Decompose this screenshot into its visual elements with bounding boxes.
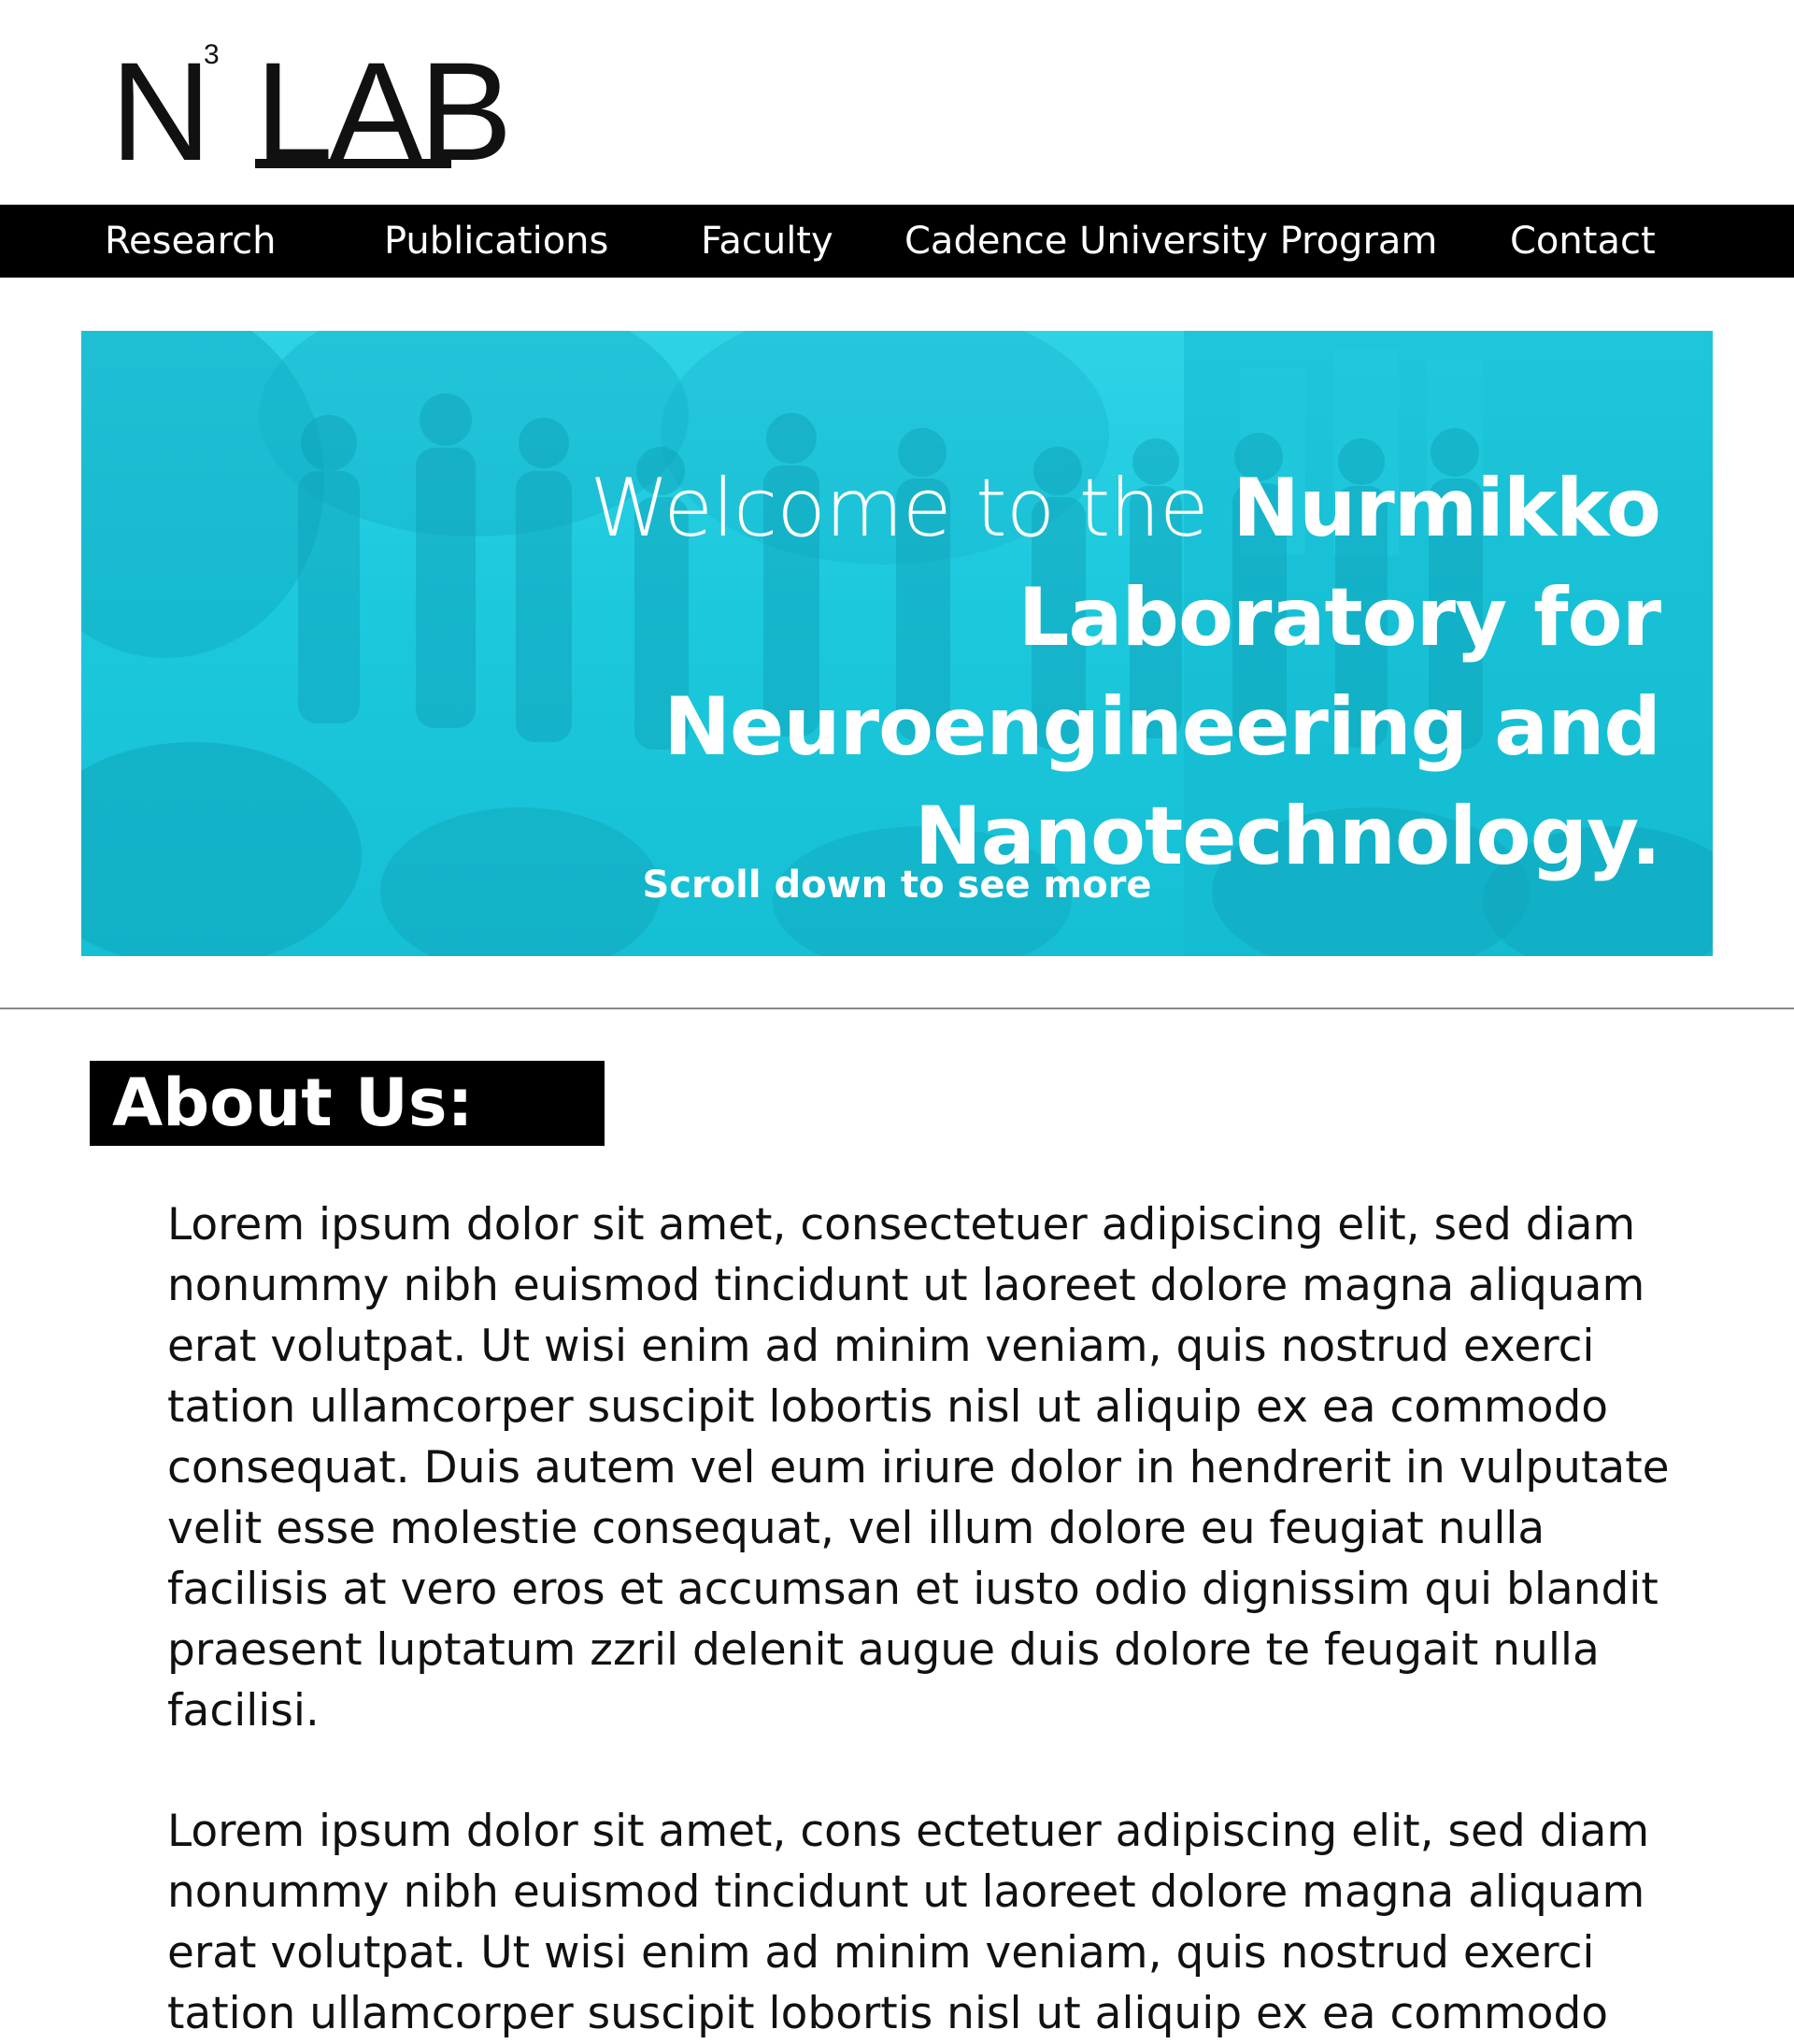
about-heading: About Us: <box>112 1065 474 1141</box>
site-logo[interactable]: N 3 LAB <box>110 39 513 182</box>
logo-underline <box>255 159 451 168</box>
nav-item-faculty[interactable]: Faculty <box>701 205 833 278</box>
nav-item-publications[interactable]: Publications <box>384 205 608 278</box>
about-paragraph: Lorem ipsum dolor sit amet, consectetuer… <box>167 1199 1670 1737</box>
logo-superscript: 3 <box>204 39 220 70</box>
nav-item-cadence-university-program[interactable]: Cadence University Program <box>904 205 1437 278</box>
logo-letter: N <box>110 33 211 190</box>
hero-title-light: Welcome to the <box>590 462 1233 555</box>
section-divider <box>0 1008 1794 1009</box>
nav-item-contact[interactable]: Contact <box>1510 205 1656 278</box>
main-nav: Research Publications Faculty Cadence Un… <box>0 205 1794 278</box>
nav-item-research[interactable]: Research <box>105 205 276 278</box>
hero-title: Welcome to the Nurmikko Laboratory for N… <box>259 454 1661 892</box>
about-paragraph: Lorem ipsum dolor sit amet, cons ectetue… <box>167 1806 1650 2039</box>
about-heading-box: About Us: <box>90 1061 605 1146</box>
scroll-down-link[interactable]: Scroll down to see more <box>81 862 1713 908</box>
hero-banner: Welcome to the Nurmikko Laboratory for N… <box>81 331 1713 956</box>
